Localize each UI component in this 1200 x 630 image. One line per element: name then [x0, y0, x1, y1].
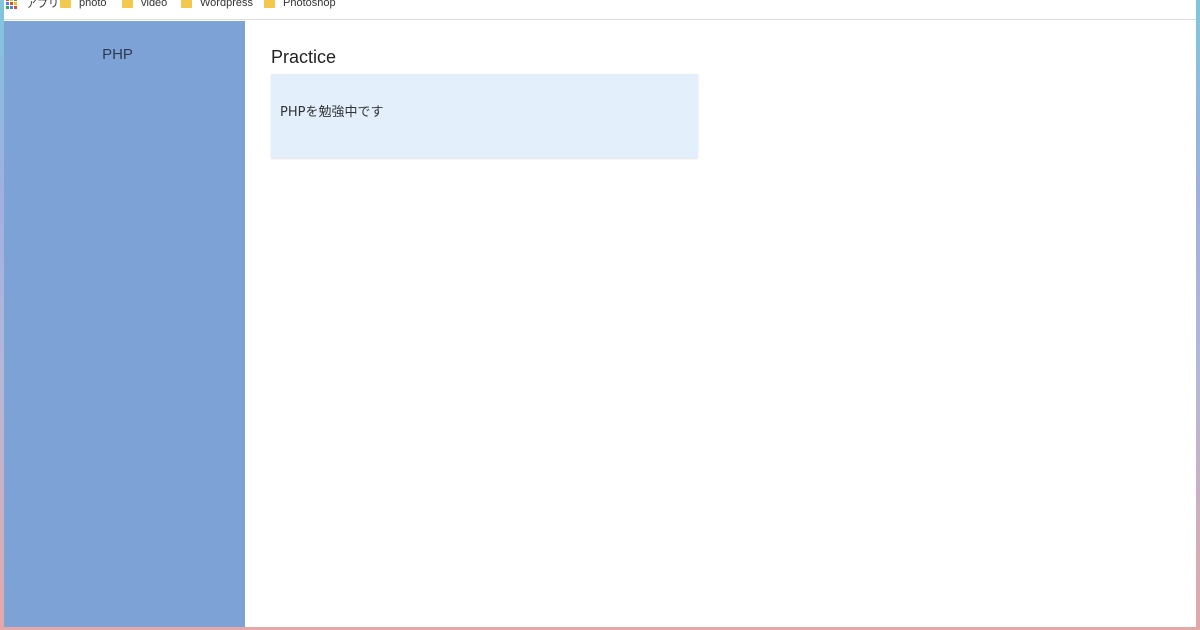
- bookmarks-bar: アプリ photo video Wordpress Photoshop: [4, 0, 1196, 20]
- folder-icon: [264, 0, 275, 8]
- folder-icon: [122, 0, 133, 8]
- bookmark-label: Photoshop: [283, 0, 336, 9]
- folder-icon: [60, 0, 71, 8]
- bookmark-label: video: [141, 0, 168, 9]
- bookmark-apps[interactable]: アプリ: [6, 0, 59, 12]
- page-title: Practice: [271, 47, 337, 67]
- content-card: PHPを勉強中です: [271, 74, 698, 158]
- browser-window: アプリ photo video Wordpress Photoshop PHP …: [4, 0, 1196, 627]
- bookmark-label: Wordpress: [200, 0, 253, 9]
- sidebar: PHP: [4, 21, 245, 627]
- sidebar-title: PHP: [102, 46, 133, 63]
- bookmark-photo[interactable]: photo: [60, 0, 107, 12]
- bookmark-photoshop[interactable]: Photoshop: [264, 0, 336, 12]
- main-content: Practice PHPを勉強中です: [245, 21, 1196, 627]
- apps-grid-icon: [6, 0, 17, 9]
- card-text: PHPを勉強中です: [280, 105, 384, 120]
- bookmark-wordpress[interactable]: Wordpress: [181, 0, 253, 12]
- bookmark-label: アプリ: [26, 0, 59, 10]
- bookmark-label: photo: [79, 0, 107, 9]
- folder-icon: [181, 0, 192, 8]
- bookmark-video[interactable]: video: [122, 0, 167, 12]
